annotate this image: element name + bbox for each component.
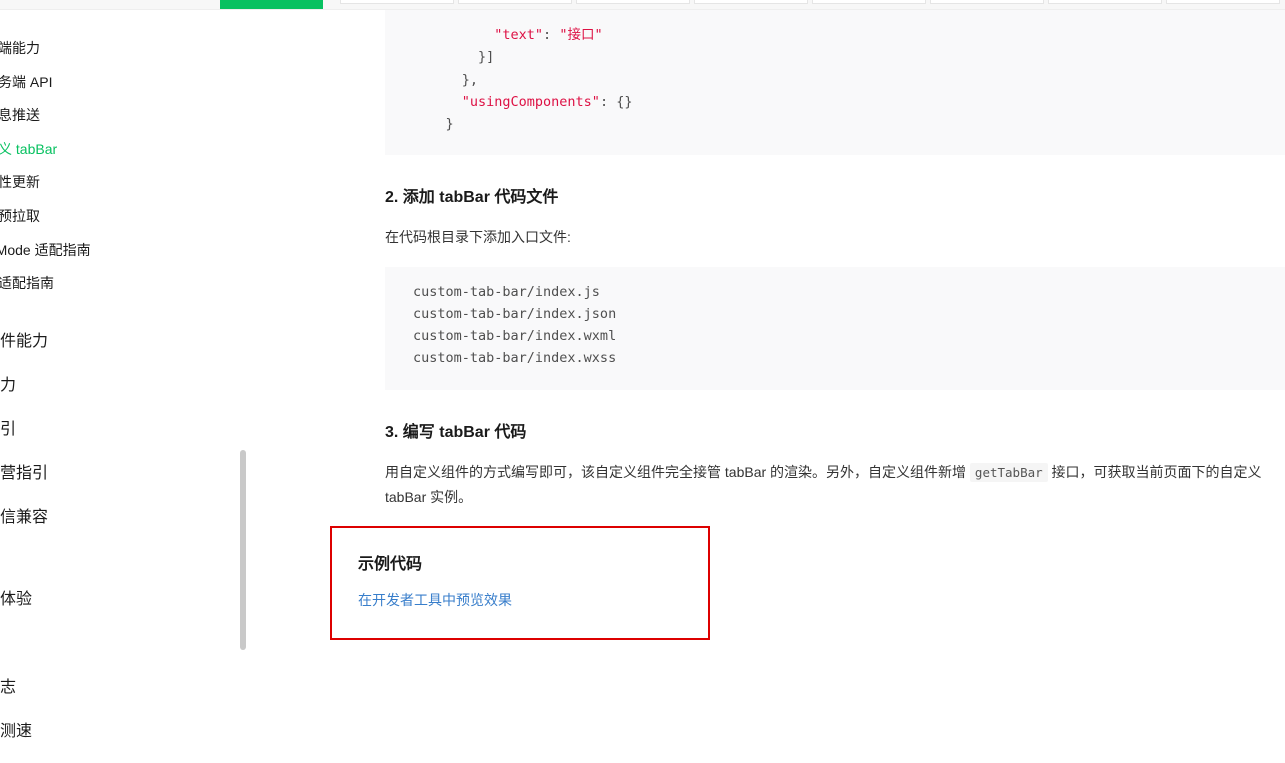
sidebar-item[interactable]: 屏适配指南 (0, 267, 244, 301)
sidebar: 务端能力 服务端 API 消息推送 定义 tabBar 期性更新 据预拉取 rk… (0, 10, 245, 763)
top-tab[interactable] (1166, 0, 1280, 4)
section-text-3: 用自定义组件的方式编写即可，该自定义组件完全接管 tabBar 的渲染。另外，自… (385, 460, 1285, 510)
section-heading-2: 2. 添加 tabBar 代码文件 (385, 183, 1285, 207)
sidebar-group[interactable]: 指引 (0, 403, 244, 447)
sidebar-item-custom-tabbar[interactable]: 定义 tabBar (0, 133, 244, 167)
top-tab[interactable] (930, 0, 1044, 4)
sidebar-group[interactable]: 微信兼容 (0, 491, 244, 535)
top-tab[interactable] (1048, 0, 1162, 4)
sidebar-item[interactable]: 服务端 API (0, 66, 244, 100)
sidebar-group[interactable]: 硬件能力 (0, 315, 244, 359)
example-title: 示例代码 (358, 550, 682, 574)
section-heading-3: 3. 编写 tabBar 代码 (385, 418, 1285, 442)
example-preview-link[interactable]: 在开发者工具中预览效果 (358, 590, 682, 610)
example-code-box: 示例代码 在开发者工具中预览效果 (330, 526, 710, 640)
main-content: "text": "接口" }] }, "usingComponents": {}… (245, 10, 1285, 763)
sidebar-group[interactable]: 序测速 (0, 705, 244, 749)
inline-code-gettabbar: getTabBar (970, 463, 1048, 482)
sidebar-item[interactable]: 务端能力 (0, 32, 244, 66)
sidebar-group[interactable]: 日志 (0, 661, 244, 705)
sidebar-item[interactable]: 期性更新 (0, 166, 244, 200)
sidebar-group[interactable]: 运营指引 (0, 447, 244, 491)
sidebar-item[interactable]: 据预拉取 (0, 200, 244, 234)
sidebar-scrollbar-thumb[interactable] (240, 450, 246, 650)
sidebar-group[interactable]: 与体验 (0, 573, 244, 617)
active-tab-indicator (220, 0, 323, 9)
sidebar-group[interactable]: 库搜索 (0, 749, 244, 763)
top-tab[interactable] (340, 0, 454, 4)
sidebar-scrollbar[interactable] (240, 10, 246, 763)
section-text-2: 在代码根目录下添加入口文件: (385, 225, 1285, 250)
sidebar-item[interactable]: rkMode 适配指南 (0, 234, 244, 268)
top-tab[interactable] (576, 0, 690, 4)
sidebar-group[interactable]: 库 (0, 617, 244, 661)
top-tab[interactable] (812, 0, 926, 4)
code-block-files: custom-tab-bar/index.js custom-tab-bar/i… (385, 267, 1285, 390)
top-tab[interactable] (694, 0, 808, 4)
top-bar (0, 0, 1285, 10)
sidebar-group[interactable]: 能力 (0, 359, 244, 403)
top-tabs[interactable] (340, 0, 1280, 4)
sidebar-item[interactable]: 消息推送 (0, 99, 244, 133)
top-tab[interactable] (458, 0, 572, 4)
code-block-json-config: "text": "接口" }] }, "usingComponents": {}… (385, 10, 1285, 155)
